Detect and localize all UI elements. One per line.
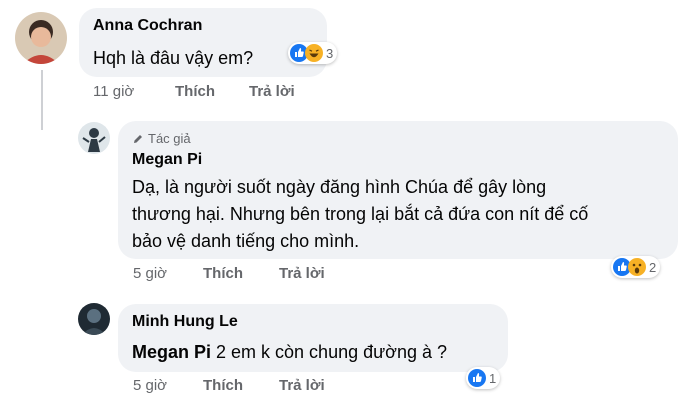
reaction-count: 2 [649, 259, 657, 275]
author-badge: Tác giả [132, 131, 191, 146]
reaction-count: 1 [489, 370, 497, 386]
haha-icon [305, 44, 323, 62]
reaction-summary[interactable]: 1 [466, 367, 501, 389]
reply-button[interactable]: Trả lời [279, 377, 325, 394]
comment-text-line: thương hại. Nhưng bên trong lại bắt cả đ… [132, 204, 589, 224]
mention-link[interactable]: Megan Pi [132, 342, 211, 362]
comment-text-line: Dạ, là người suốt ngày đăng hình Chúa để… [132, 177, 547, 197]
comment-text: Megan Pi 2 em k còn chung đường à ? [132, 339, 447, 366]
thread-line [41, 70, 43, 130]
comment-author[interactable]: Anna Cochran [93, 17, 202, 35]
avatar[interactable] [15, 12, 67, 64]
reaction-summary[interactable]: 3 [288, 42, 338, 64]
like-button[interactable]: Thích [175, 83, 215, 100]
comment-text-line: bảo vệ danh tiếng cho mình. [132, 231, 360, 251]
comment-bubble: Minh Hung Le Megan Pi 2 em k còn chung đ… [118, 304, 508, 372]
reply-button[interactable]: Trả lời [249, 83, 295, 100]
like-icon [468, 369, 486, 387]
like-button[interactable]: Thích [203, 265, 243, 282]
comment-bubble: Anna Cochran Hqh là đâu vậy em? [79, 8, 327, 77]
comment-time[interactable]: 5 giờ [133, 377, 167, 394]
pencil-icon [134, 134, 142, 143]
author-badge-label: Tác giả [148, 131, 191, 146]
wow-icon [628, 258, 646, 276]
reply-button[interactable]: Trả lời [279, 265, 325, 282]
comment-text: Dạ, là người suốt ngày đăng hình Chúa để… [132, 174, 672, 255]
comment-text-body: 2 em k còn chung đường à ? [211, 342, 448, 362]
reaction-count: 3 [326, 45, 334, 61]
like-button[interactable]: Thích [203, 377, 243, 394]
comment-author[interactable]: Megan Pi [132, 151, 202, 169]
comment-bubble: Tác giả Megan Pi Dạ, là người suốt ngày … [118, 121, 678, 259]
comment-time[interactable]: 5 giờ [133, 265, 167, 282]
comment-author[interactable]: Minh Hung Le [132, 313, 238, 331]
avatar[interactable] [78, 303, 110, 335]
reaction-summary[interactable]: 2 [611, 256, 661, 278]
avatar[interactable] [78, 122, 110, 154]
comment-text: Hqh là đâu vậy em? [93, 48, 254, 68]
comment-time[interactable]: 11 giờ [93, 83, 134, 100]
